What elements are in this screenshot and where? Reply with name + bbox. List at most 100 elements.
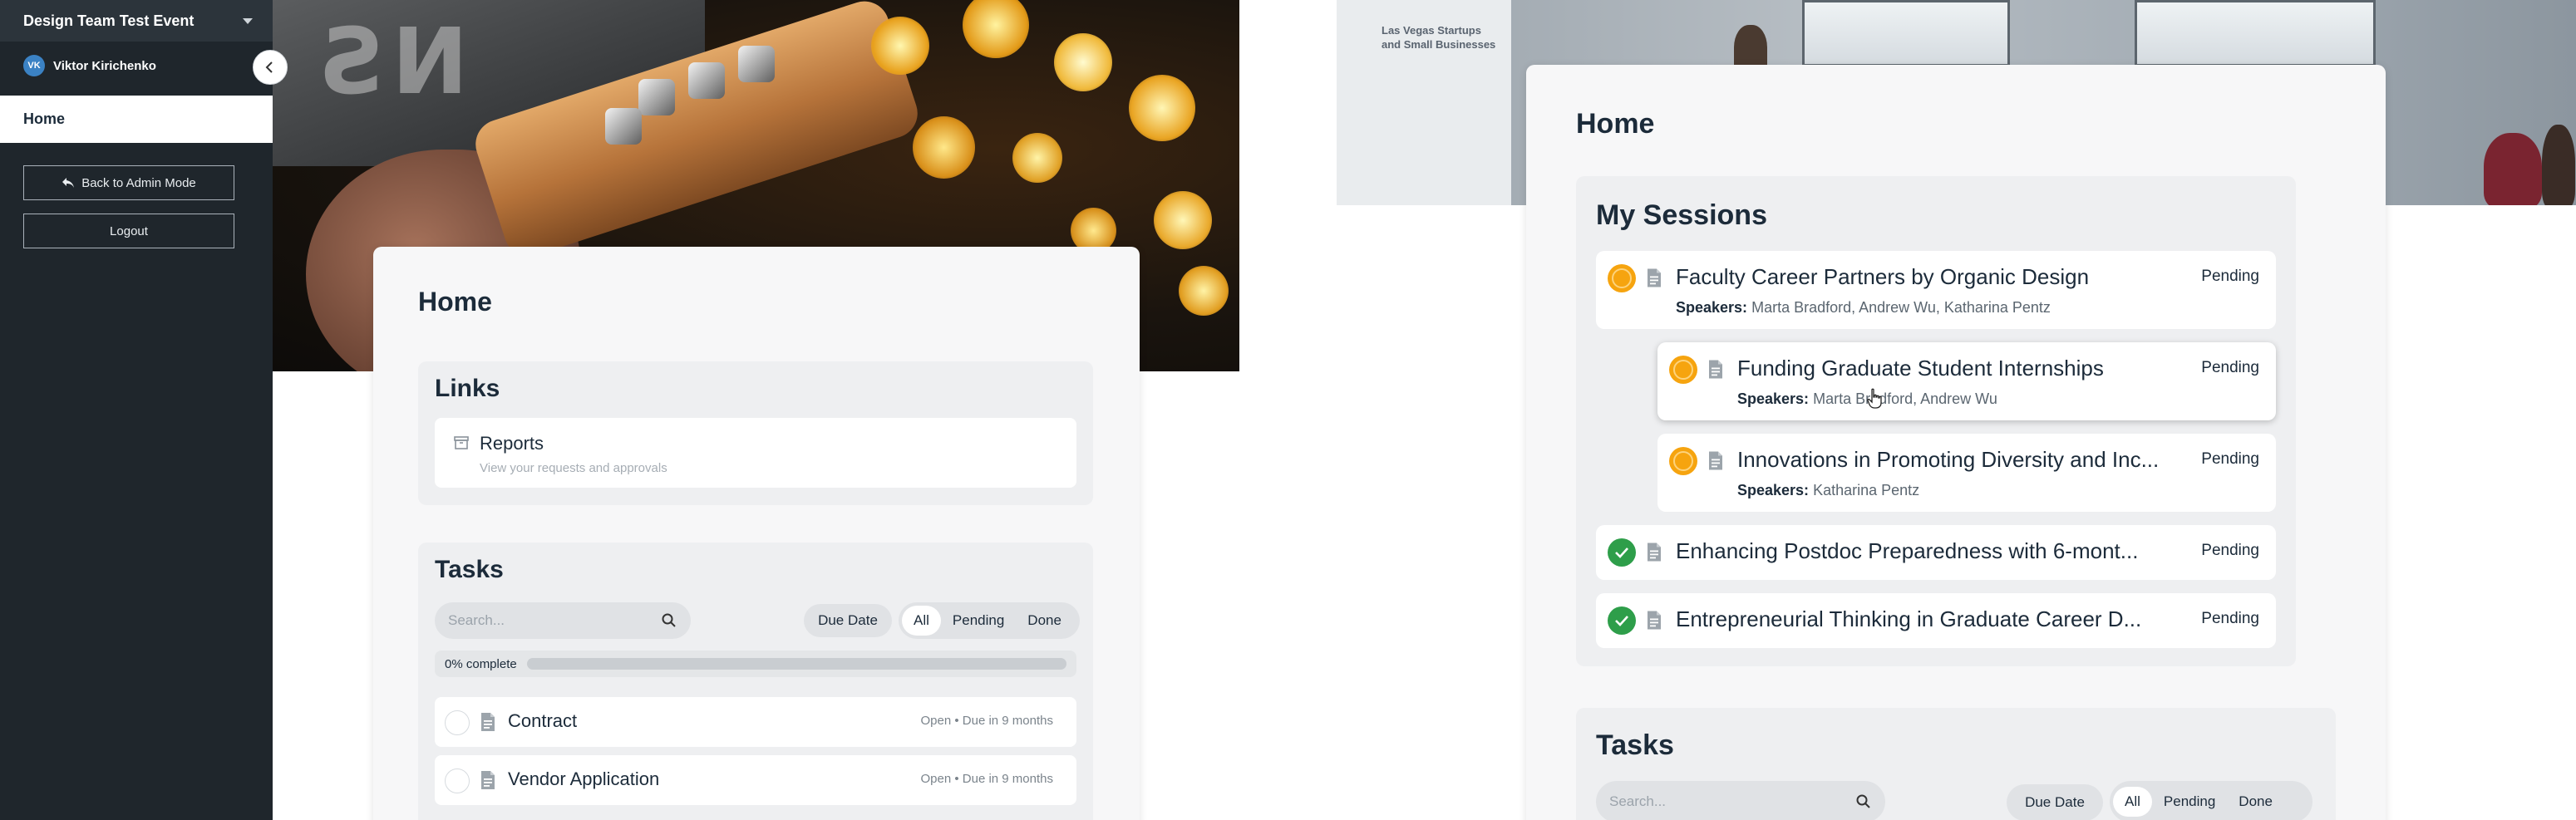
home-card-right: Home My Sessions Faculty Career Partners… [1526, 65, 2386, 820]
chevron-down-icon [243, 17, 253, 24]
session-name: Innovations in Promoting Diversity and I… [1737, 447, 2160, 472]
my-sessions-title: My Sessions [1596, 199, 1767, 231]
task-search[interactable]: Search... [1596, 781, 1885, 820]
page-title: Home [1576, 108, 1655, 140]
event-title: Design Team Test Event [23, 12, 195, 29]
task-name: Contract [508, 710, 578, 731]
hero-tuning-peg [688, 62, 725, 99]
session-speakers: Speakers: Katharina Pentz [1737, 482, 1919, 499]
search-input[interactable]: Search... [448, 612, 505, 629]
filter-all[interactable]: All [2113, 787, 2152, 817]
sidebar-item-home[interactable]: Home [0, 96, 273, 143]
user-profile[interactable]: VK Viktor Kirichenko [23, 55, 156, 76]
session-name: Faculty Career Partners by Organic Desig… [1676, 264, 2090, 289]
tasks-title: Tasks [1596, 729, 1674, 761]
chevron-left-icon [265, 61, 273, 73]
session-speakers: Speakers: Marta Bradford, Andrew Wu, Kat… [1676, 299, 2051, 317]
speakers-value: Marta Bradford, Andrew Wu [1813, 390, 1997, 407]
filter-done[interactable]: Done [1016, 606, 1073, 636]
session-status: Pending [2201, 359, 2259, 376]
hero-window [1802, 0, 2010, 66]
task-filter: All Pending Done [2110, 781, 2312, 820]
search-input[interactable]: Search... [1609, 793, 1666, 810]
back-to-admin-button[interactable]: Back to Admin Mode [23, 165, 234, 200]
task-meta: Open • Due in 9 months [920, 772, 1053, 786]
pending-status-icon [1608, 264, 1636, 292]
speakers-value: Marta Bradford, Andrew Wu, Katharina Pen… [1751, 299, 2051, 316]
filter-done[interactable]: Done [2227, 787, 2284, 817]
sort-due-date-button[interactable]: Due Date [804, 604, 892, 637]
session-status: Pending [2201, 268, 2259, 285]
session-item[interactable]: Innovations in Promoting Diversity and I… [1657, 434, 2276, 512]
hero-tuning-peg [638, 79, 675, 115]
completed-check-icon [1608, 606, 1636, 635]
hero-tuning-peg [605, 108, 642, 145]
document-icon [1709, 360, 1722, 379]
tasks-panel: Tasks Search... Due Date All Pending Don… [418, 543, 1093, 820]
collapse-sidebar-button[interactable] [253, 50, 288, 85]
links-panel: Links Reports View your requests and app… [418, 361, 1093, 505]
task-row[interactable]: Vendor Application Open • Due in 9 month… [435, 755, 1076, 805]
archive-box-icon [454, 436, 469, 449]
event-switcher[interactable]: Design Team Test Event [0, 0, 273, 42]
hero-bokeh [913, 116, 975, 179]
completed-check-icon [1608, 538, 1636, 567]
avatar: VK [23, 55, 45, 76]
tasks-title: Tasks [435, 556, 504, 583]
task-checkbox[interactable] [445, 768, 470, 793]
document-icon [1648, 611, 1661, 630]
link-title: Reports [480, 433, 544, 454]
task-checkbox[interactable] [445, 710, 470, 735]
hand-pointer-cursor-icon [1867, 388, 1882, 409]
pending-status-icon [1669, 356, 1697, 384]
session-item[interactable]: Entrepreneurial Thinking in Graduate Car… [1596, 593, 2276, 648]
progress-label: 0% complete [445, 656, 517, 671]
session-item[interactable]: Funding Graduate Student Internships Spe… [1657, 342, 2276, 420]
task-meta: Open • Due in 9 months [920, 714, 1053, 728]
task-filter: All Pending Done [899, 602, 1080, 639]
task-progress: 0% complete [435, 651, 1076, 677]
document-icon [1648, 543, 1661, 562]
sidebar: Design Team Test Event VK Viktor Kiriche… [0, 0, 273, 820]
speakers-label: Speakers: [1737, 390, 1810, 407]
document-icon [1648, 268, 1661, 287]
session-item[interactable]: Enhancing Postdoc Preparedness with 6-mo… [1596, 525, 2276, 580]
logout-button[interactable]: Logout [23, 214, 234, 248]
filter-pending[interactable]: Pending [941, 606, 1016, 636]
document-icon [481, 771, 495, 789]
hero-bokeh [963, 0, 1029, 58]
hero-bokeh [1012, 133, 1062, 183]
session-status: Pending [2201, 450, 2259, 468]
speakers-value: Katharina Pentz [1813, 482, 1920, 498]
hero-bokeh [1154, 191, 1212, 249]
pending-status-icon [1669, 447, 1697, 475]
hero-tuning-peg [738, 46, 775, 82]
hero-bokeh [1054, 33, 1112, 91]
filter-all[interactable]: All [902, 606, 941, 636]
projector-slide-title: Las Vegas Startups and Small Businesses [1382, 24, 1496, 51]
hero-person [2542, 125, 2575, 205]
search-icon [1856, 794, 1870, 808]
hero-window [2135, 0, 2376, 66]
my-sessions-panel: My Sessions Faculty Career Partners by O… [1576, 176, 2296, 666]
hero-projector-screen: Las Vegas Startups and Small Businesses [1337, 0, 1511, 205]
link-reports[interactable]: Reports View your requests and approvals [435, 418, 1076, 488]
session-status: Pending [2201, 542, 2259, 559]
session-item[interactable]: Faculty Career Partners by Organic Desig… [1596, 251, 2276, 329]
hero-bokeh [1129, 75, 1195, 141]
document-icon [481, 713, 495, 731]
reply-arrow-icon [62, 178, 75, 188]
links-title: Links [435, 375, 500, 402]
hero-bokeh [1179, 266, 1229, 316]
speakers-label: Speakers: [1676, 299, 1748, 316]
hero-bokeh [871, 17, 929, 75]
filter-pending[interactable]: Pending [2152, 787, 2227, 817]
session-status: Pending [2201, 610, 2259, 627]
task-name: Vendor Application [508, 768, 660, 789]
sort-due-date-button[interactable]: Due Date [2007, 784, 2103, 820]
session-name: Enhancing Postdoc Preparedness with 6-mo… [1676, 538, 2139, 563]
page-title: Home [418, 287, 492, 317]
task-row[interactable]: Contract Open • Due in 9 months [435, 697, 1076, 747]
session-name: Funding Graduate Student Internships [1737, 356, 2104, 381]
task-search[interactable]: Search... [435, 602, 691, 639]
